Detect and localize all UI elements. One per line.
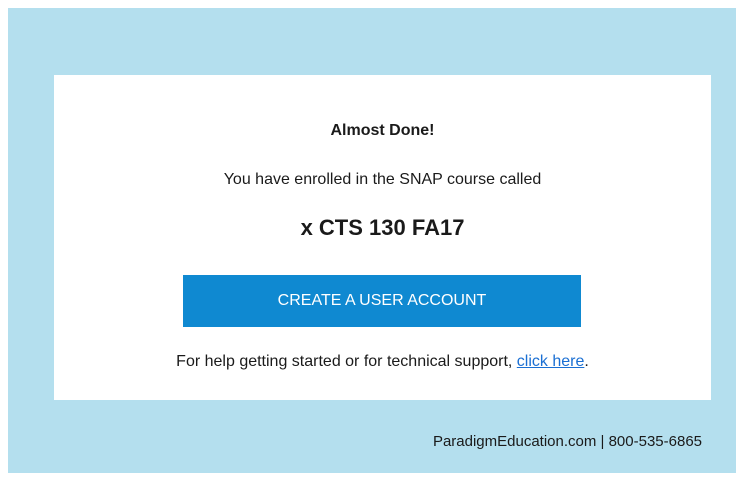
enrollment-message: You have enrolled in the SNAP course cal… — [223, 171, 542, 188]
help-text: For help getting started or for technica… — [54, 352, 711, 372]
help-text-prefix: For help getting started or for technica… — [176, 353, 517, 370]
footer-contact: ParadigmEducation.com | 800-535-6865 — [432, 433, 702, 450]
help-text-suffix: . — [584, 353, 589, 370]
page-title: Almost Done! — [330, 122, 435, 139]
enrollment-card: Almost Done! You have enrolled in the SN… — [54, 75, 711, 400]
email-background: Almost Done! You have enrolled in the SN… — [8, 8, 736, 473]
course-name: x CTS 130 FA17 — [300, 215, 465, 240]
create-user-account-button[interactable]: CREATE A USER ACCOUNT — [183, 275, 581, 327]
click-here-link[interactable]: click here — [517, 353, 585, 370]
